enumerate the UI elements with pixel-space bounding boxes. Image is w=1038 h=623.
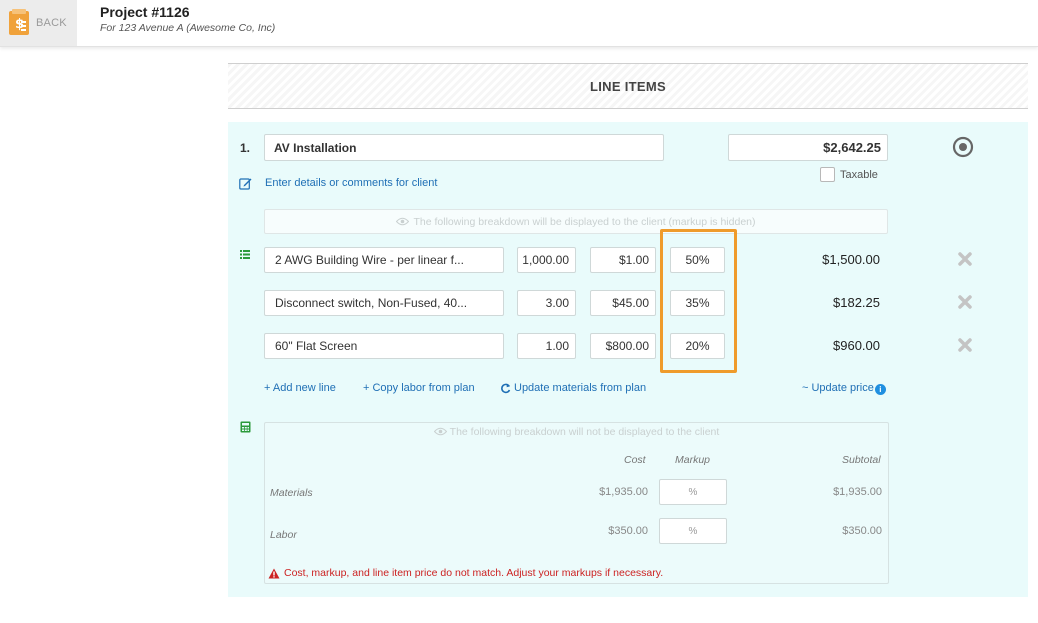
eye-icon — [433, 427, 447, 436]
row-qty-input[interactable]: 1.00 — [517, 333, 576, 359]
row-total: $1,500.00 — [822, 252, 880, 267]
calculator-icon — [240, 421, 251, 433]
update-materials-label: Update materials from plan — [514, 382, 647, 394]
add-line-link[interactable]: + Add new line — [264, 382, 336, 394]
subtotal-header: Subtotal — [842, 454, 881, 466]
list-icon — [240, 250, 250, 259]
internal-note-text: The following breakdown will not be disp… — [449, 426, 720, 438]
top-header: $ BACK Project #1126 For 123 Avenue A (A… — [0, 0, 1038, 47]
back-button[interactable]: $ BACK — [0, 0, 77, 46]
target-icon[interactable] — [952, 136, 974, 158]
client-breakdown-note: The following breakdown will be displaye… — [264, 209, 888, 234]
row-qty-input[interactable]: 3.00 — [517, 290, 576, 316]
labor-subtotal: $350.00 — [842, 525, 882, 537]
close-icon[interactable] — [957, 251, 973, 267]
row-name-input[interactable]: 60" Flat Screen — [264, 333, 504, 359]
row-cost-input[interactable]: $1.00 — [590, 247, 656, 273]
item-price-input[interactable]: $2,642.25 — [728, 134, 888, 161]
item-name-input[interactable]: AV Installation — [264, 134, 664, 161]
row-qty-input[interactable]: 1,000.00 — [517, 247, 576, 273]
details-link[interactable]: Enter details or comments for client — [265, 177, 437, 189]
taxable-checkbox[interactable] — [820, 167, 835, 182]
materials-cost: $1,935.00 — [599, 486, 648, 498]
document-dollar-icon: $ — [9, 9, 29, 35]
row-cost-input[interactable]: $45.00 — [590, 290, 656, 316]
project-subtitle: For 123 Avenue A (Awesome Co, Inc) — [100, 22, 276, 34]
section-title: LINE ITEMS — [590, 78, 666, 94]
update-price-label: ~ Update price — [802, 382, 874, 394]
markup-highlight — [660, 229, 737, 373]
labor-cost: $350.00 — [608, 525, 648, 537]
warning-text: Cost, markup, and line item price do not… — [284, 567, 664, 579]
back-label: BACK — [36, 17, 67, 29]
row-total: $182.25 — [833, 295, 880, 310]
eye-icon — [396, 217, 410, 226]
warning-icon — [268, 568, 280, 578]
row-cost-input[interactable]: $800.00 — [590, 333, 656, 359]
labor-label: Labor — [270, 529, 297, 541]
line-items-header: LINE ITEMS — [228, 63, 1028, 109]
close-icon[interactable] — [957, 294, 973, 310]
client-note-text: The following breakdown will be displaye… — [413, 215, 756, 228]
row-name-input[interactable]: 2 AWG Building Wire - per linear f... — [264, 247, 504, 273]
internal-breakdown — [264, 422, 889, 584]
materials-label: Materials — [270, 487, 313, 499]
labor-markup-input[interactable]: % — [659, 518, 727, 544]
row-total: $960.00 — [833, 338, 880, 353]
info-icon[interactable]: i — [874, 384, 886, 395]
taxable-label: Taxable — [840, 169, 878, 181]
copy-labor-link[interactable]: + Copy labor from plan — [363, 382, 475, 394]
cost-header: Cost — [624, 454, 646, 466]
mismatch-warning: Cost, markup, and line item price do not… — [268, 567, 663, 579]
materials-markup-input[interactable]: % — [659, 479, 727, 505]
refresh-icon — [501, 383, 511, 393]
internal-breakdown-note: The following breakdown will not be disp… — [264, 426, 889, 438]
update-price-link[interactable]: ~ Update price i — [802, 382, 886, 395]
row-name-input[interactable]: Disconnect switch, Non-Fused, 40... — [264, 290, 504, 316]
update-materials-link[interactable]: Update materials from plan — [500, 382, 646, 394]
item-number: 1. — [240, 141, 251, 155]
materials-subtotal: $1,935.00 — [833, 486, 882, 498]
markup-header: Markup — [675, 454, 711, 466]
close-icon[interactable] — [957, 337, 973, 353]
edit-icon — [239, 178, 252, 190]
project-title: Project #1126 — [100, 4, 190, 20]
